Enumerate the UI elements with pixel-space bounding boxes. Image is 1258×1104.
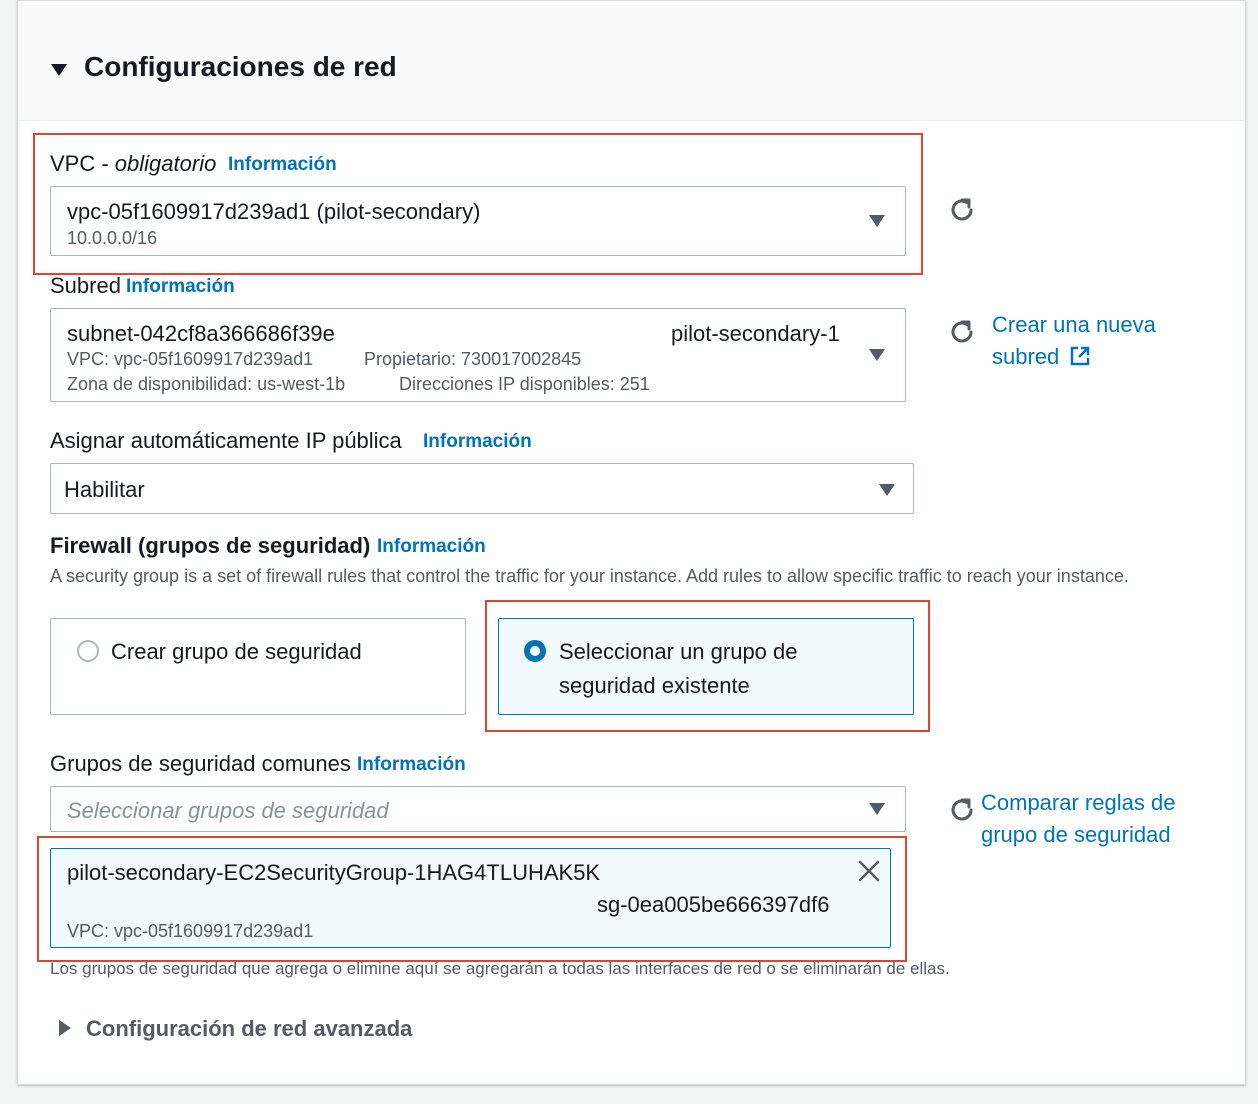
token-group-id: sg-0ea005be666397df6 [597, 892, 830, 917]
security-groups-placeholder: Seleccionar grupos de seguridad [67, 798, 389, 823]
common-groups-label: Grupos de seguridad comunes [50, 751, 351, 776]
subnet-name: pilot-secondary-1 [671, 321, 840, 346]
subnet-id: subnet-042cf8a366686f39e [67, 321, 335, 346]
subnet-az: Zona de disponibilidad: us-west-1b [67, 374, 346, 394]
subnet-owner: Propietario: 730017002845 [364, 349, 582, 369]
vpc-info-link[interactable]: Información [228, 154, 337, 176]
chevron-down-icon [869, 349, 885, 361]
radio-create[interactable] [77, 640, 99, 662]
vpc-label: VPC - obligatorio [50, 151, 217, 176]
create-subnet-link-line1: Crear una nueva [992, 312, 1156, 337]
vpc-select[interactable]: vpc-05f1609917d239ad1 (pilot-secondary) … [50, 186, 906, 256]
subnet-select[interactable]: subnet-042cf8a366686f39e pilot-secondary… [50, 308, 906, 402]
tile-select-existing-group[interactable]: Seleccionar un grupo de seguridad existe… [498, 618, 914, 715]
firewall-description: A security group is a set of firewall ru… [50, 566, 1129, 586]
expand-caret-icon[interactable] [59, 1020, 71, 1036]
radio-select-existing[interactable] [524, 640, 546, 662]
tile-select-label-line2: seguridad existente [559, 673, 750, 698]
token-group-name: pilot-secondary-EC2SecurityGroup-1HAG4TL… [67, 860, 601, 885]
compare-rules-link-line2: grupo de seguridad [981, 822, 1171, 847]
firewall-info-link[interactable]: Información [377, 536, 486, 558]
refresh-icon[interactable] [947, 195, 977, 225]
public-ip-value: Habilitar [64, 477, 145, 502]
public-ip-info-link[interactable]: Información [423, 431, 532, 453]
refresh-icon[interactable] [947, 795, 977, 825]
security-groups-select[interactable]: Seleccionar grupos de seguridad [50, 786, 906, 832]
subnet-info-link[interactable]: Información [126, 276, 235, 298]
collapse-caret-icon[interactable] [51, 64, 67, 76]
panel-header[interactable]: Configuraciones de red [18, 1, 1245, 121]
create-subnet-link[interactable]: Crear una nueva subred [992, 309, 1156, 373]
create-subnet-link-line2: subred [992, 344, 1060, 369]
tile-create-security-group[interactable]: Crear grupo de seguridad [50, 618, 466, 715]
tile-create-label: Crear grupo de seguridad [111, 639, 362, 664]
token-vpc: VPC: vpc-05f1609917d239ad1 [67, 921, 314, 941]
chevron-down-icon [869, 215, 885, 227]
vpc-cidr: 10.0.0.0/16 [67, 228, 158, 248]
compare-rules-link-line1: Comparar reglas de [981, 790, 1176, 815]
subnet-label: Subred [50, 273, 121, 298]
advanced-network-config[interactable]: Configuración de red avanzada [86, 1016, 412, 1042]
public-ip-select[interactable]: Habilitar [50, 463, 914, 514]
subnet-vpc: VPC: vpc-05f1609917d239ad1 [67, 349, 314, 369]
panel-title: Configuraciones de red [84, 51, 397, 82]
external-link-icon [1071, 346, 1090, 366]
close-icon[interactable] [857, 859, 881, 883]
refresh-icon[interactable] [947, 317, 977, 347]
vpc-select-value: vpc-05f1609917d239ad1 (pilot-secondary) [67, 199, 481, 224]
security-group-token: pilot-secondary-EC2SecurityGroup-1HAG4TL… [50, 848, 891, 948]
compare-rules-link[interactable]: Comparar reglas de grupo de seguridad [981, 787, 1175, 851]
chevron-down-icon [879, 484, 895, 496]
common-groups-info-link[interactable]: Información [357, 754, 466, 776]
firewall-label: Firewall (grupos de seguridad) [50, 533, 371, 558]
subnet-ips: Direcciones IP disponibles: 251 [399, 374, 650, 394]
tile-select-label-line1: Seleccionar un grupo de [559, 639, 798, 664]
chevron-down-icon [869, 803, 885, 815]
public-ip-label: Asignar automáticamente IP pública [50, 428, 402, 453]
security-groups-hint: Los grupos de seguridad que agrega o eli… [50, 959, 950, 978]
